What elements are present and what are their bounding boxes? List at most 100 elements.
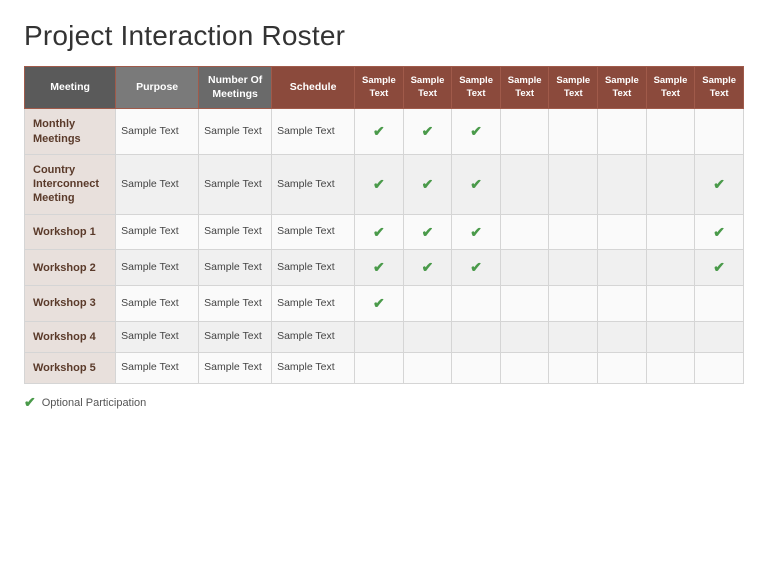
cell-meeting-1: Country Interconnect Meeting — [25, 154, 116, 214]
cell-num-6: Sample Text — [199, 352, 272, 383]
cell-check-1-4 — [549, 154, 598, 214]
table-header-cell-6: Sample Text — [452, 67, 501, 109]
cell-purpose-5: Sample Text — [116, 321, 199, 352]
check-icon: ✔ — [422, 122, 434, 140]
cell-check-5-6 — [646, 321, 695, 352]
cell-meeting-2: Workshop 1 — [25, 214, 116, 250]
cell-check-2-5 — [598, 214, 647, 250]
table-header-cell-0: Meeting — [25, 67, 116, 109]
cell-meeting-4: Workshop 3 — [25, 286, 116, 322]
cell-meeting-6: Workshop 5 — [25, 352, 116, 383]
check-icon: ✔ — [422, 175, 434, 193]
cell-check-0-0: ✔ — [355, 109, 404, 155]
table-row: Monthly MeetingsSample TextSample TextSa… — [25, 109, 744, 155]
cell-meeting-0: Monthly Meetings — [25, 109, 116, 155]
cell-check-4-4 — [549, 286, 598, 322]
cell-check-3-1: ✔ — [403, 250, 452, 286]
page-container: Project Interaction Roster MeetingPurpos… — [0, 0, 768, 576]
cell-check-4-7 — [695, 286, 744, 322]
cell-check-4-6 — [646, 286, 695, 322]
footer-text: Optional Participation — [42, 397, 147, 409]
cell-schedule-3: Sample Text — [272, 250, 355, 286]
cell-check-0-3 — [500, 109, 549, 155]
page-title: Project Interaction Roster — [24, 20, 744, 52]
cell-check-6-5 — [598, 352, 647, 383]
cell-check-0-4 — [549, 109, 598, 155]
cell-check-4-0: ✔ — [355, 286, 404, 322]
cell-check-2-3 — [500, 214, 549, 250]
cell-check-1-6 — [646, 154, 695, 214]
cell-check-1-0: ✔ — [355, 154, 404, 214]
cell-check-6-4 — [549, 352, 598, 383]
table-header-row: MeetingPurposeNumber Of MeetingsSchedule… — [25, 67, 744, 109]
cell-schedule-5: Sample Text — [272, 321, 355, 352]
cell-check-0-7 — [695, 109, 744, 155]
cell-check-5-7 — [695, 321, 744, 352]
cell-check-2-1: ✔ — [403, 214, 452, 250]
table-header-cell-7: Sample Text — [500, 67, 549, 109]
table-row: Workshop 1Sample TextSample TextSample T… — [25, 214, 744, 250]
cell-check-3-7: ✔ — [695, 250, 744, 286]
table-row: Workshop 5Sample TextSample TextSample T… — [25, 352, 744, 383]
cell-check-3-2: ✔ — [452, 250, 501, 286]
cell-check-2-7: ✔ — [695, 214, 744, 250]
check-icon: ✔ — [713, 223, 725, 241]
table-row: Workshop 2Sample TextSample TextSample T… — [25, 250, 744, 286]
cell-schedule-2: Sample Text — [272, 214, 355, 250]
cell-check-1-1: ✔ — [403, 154, 452, 214]
cell-meeting-5: Workshop 4 — [25, 321, 116, 352]
cell-schedule-0: Sample Text — [272, 109, 355, 155]
table-header-cell-10: Sample Text — [646, 67, 695, 109]
roster-table: MeetingPurposeNumber Of MeetingsSchedule… — [24, 66, 744, 384]
cell-check-0-6 — [646, 109, 695, 155]
cell-check-6-2 — [452, 352, 501, 383]
check-icon: ✔ — [422, 258, 434, 276]
table-body: Monthly MeetingsSample TextSample TextSa… — [25, 109, 744, 384]
cell-check-5-2 — [452, 321, 501, 352]
table-header-cell-5: Sample Text — [403, 67, 452, 109]
check-icon: ✔ — [713, 175, 725, 193]
cell-check-5-1 — [403, 321, 452, 352]
cell-purpose-1: Sample Text — [116, 154, 199, 214]
cell-schedule-6: Sample Text — [272, 352, 355, 383]
cell-check-4-3 — [500, 286, 549, 322]
cell-purpose-2: Sample Text — [116, 214, 199, 250]
cell-check-2-2: ✔ — [452, 214, 501, 250]
cell-check-6-6 — [646, 352, 695, 383]
table-header-cell-3: Schedule — [272, 67, 355, 109]
cell-num-3: Sample Text — [199, 250, 272, 286]
cell-check-1-3 — [500, 154, 549, 214]
cell-check-5-5 — [598, 321, 647, 352]
cell-check-4-2 — [452, 286, 501, 322]
cell-num-0: Sample Text — [199, 109, 272, 155]
table-header-cell-11: Sample Text — [695, 67, 744, 109]
cell-purpose-3: Sample Text — [116, 250, 199, 286]
check-icon: ✔ — [373, 294, 385, 312]
check-icon: ✔ — [470, 258, 482, 276]
cell-check-5-0 — [355, 321, 404, 352]
cell-check-3-6 — [646, 250, 695, 286]
table-header-cell-4: Sample Text — [355, 67, 404, 109]
cell-check-0-5 — [598, 109, 647, 155]
check-icon: ✔ — [713, 258, 725, 276]
check-icon: ✔ — [373, 223, 385, 241]
check-icon: ✔ — [373, 258, 385, 276]
cell-check-4-5 — [598, 286, 647, 322]
cell-num-1: Sample Text — [199, 154, 272, 214]
cell-check-6-7 — [695, 352, 744, 383]
cell-schedule-1: Sample Text — [272, 154, 355, 214]
cell-check-0-2: ✔ — [452, 109, 501, 155]
cell-check-0-1: ✔ — [403, 109, 452, 155]
cell-purpose-4: Sample Text — [116, 286, 199, 322]
cell-check-1-7: ✔ — [695, 154, 744, 214]
cell-check-6-3 — [500, 352, 549, 383]
cell-num-4: Sample Text — [199, 286, 272, 322]
footer-note: ✔ Optional Participation — [24, 394, 744, 411]
cell-check-3-5 — [598, 250, 647, 286]
cell-check-6-1 — [403, 352, 452, 383]
check-icon: ✔ — [470, 175, 482, 193]
cell-purpose-0: Sample Text — [116, 109, 199, 155]
check-icon: ✔ — [373, 175, 385, 193]
cell-check-1-2: ✔ — [452, 154, 501, 214]
cell-check-5-3 — [500, 321, 549, 352]
